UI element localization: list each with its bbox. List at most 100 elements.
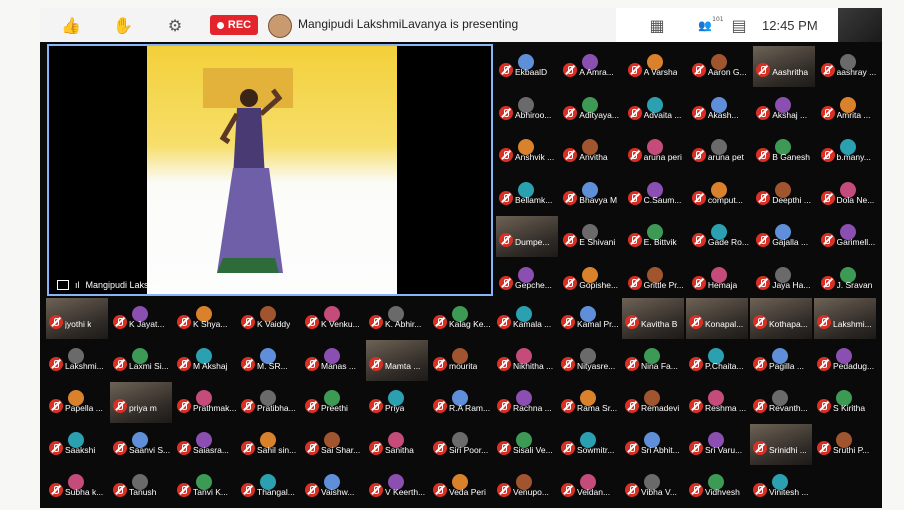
participant-tile[interactable]: Tanush [110,466,172,507]
participant-tile[interactable]: Preethi [302,382,364,423]
participant-tile[interactable]: Bhavya M [560,174,622,215]
participant-tile[interactable]: Abhiroo... [496,89,558,130]
participant-tile[interactable]: jyothi k [46,298,108,339]
screen-share[interactable]: ıl Mangipudi Lakshmi... [47,44,493,296]
participant-tile[interactable]: Manas ... [302,340,364,381]
participant-tile[interactable]: Amrita ... [818,89,880,130]
participant-tile[interactable]: Lakshmi... [46,340,108,381]
participant-tile[interactable]: V Keerth... [366,466,428,507]
participant-tile[interactable]: K Venku... [302,298,364,339]
participant-tile[interactable]: Deepthi ... [753,174,815,215]
participant-tile[interactable]: mourita [430,340,492,381]
participant-tile[interactable]: Revanth... [750,382,812,423]
participant-tile[interactable]: Vaishw... [302,466,364,507]
participant-tile[interactable]: Sri Varu... [686,424,748,465]
participant-tile[interactable]: Tanvi K... [174,466,236,507]
participant-tile[interactable]: Rama Sr... [558,382,620,423]
participant-tile[interactable]: Gepche... [496,259,558,300]
participant-tile[interactable]: Sowmitr... [558,424,620,465]
participant-tile[interactable]: EkbaalD [496,46,558,87]
participant-tile[interactable]: Akshaj ... [753,89,815,130]
participant-tile[interactable]: A Varsha [625,46,687,87]
participant-tile[interactable]: Siri Poor... [430,424,492,465]
participant-tile[interactable]: aruna pet [689,131,751,172]
participant-tile[interactable]: Akash... [689,89,751,130]
participant-tile[interactable]: Anshvik ... [496,131,558,172]
participant-tile[interactable]: Veda Peri [430,466,492,507]
participant-tile[interactable]: Nikhitha ... [494,340,556,381]
participant-tile[interactable]: Mamta ... [366,340,428,381]
participant-tile[interactable]: comput... [689,174,751,215]
participant-tile[interactable]: Nina Fa... [622,340,684,381]
participant-tile[interactable]: Gopishe... [560,259,622,300]
participant-tile[interactable]: aashray ... [818,46,880,87]
participant-tile[interactable]: Aashritha [753,46,816,87]
pin-icon[interactable] [57,280,69,290]
participant-tile[interactable]: b.many... [818,131,880,172]
participant-tile[interactable]: Sruthi P... [814,424,876,465]
participant-tile[interactable]: Kamal Pr... [558,298,620,339]
participant-tile[interactable]: Venupo... [494,466,556,507]
settings-icon[interactable]: ⚙ [164,14,186,36]
participant-tile[interactable]: M Akshaj [174,340,236,381]
participant-tile[interactable]: Priya [366,382,428,423]
participant-tile[interactable]: Pedadug... [814,340,876,381]
grid-view-icon[interactable]: ▦ [646,14,668,36]
participant-tile[interactable]: Pagilla ... [750,340,812,381]
participant-tile[interactable]: Prathmak... [174,382,236,423]
participant-tile[interactable]: Vibha V... [622,466,684,507]
participant-tile[interactable]: Remadevi [622,382,684,423]
participant-tile[interactable]: Saakshi [46,424,108,465]
participant-tile[interactable]: E Shivani [560,216,622,257]
participant-tile[interactable]: Rachna ... [494,382,556,423]
participant-tile[interactable]: priya m [110,382,172,423]
participant-tile[interactable]: Dola Ne... [818,174,880,215]
participant-tile[interactable]: Nityasre... [558,340,620,381]
self-view-thumbnail[interactable] [838,8,882,42]
participant-tile[interactable]: M. SR... [238,340,300,381]
participant-tile[interactable]: Gade Ro... [689,216,751,257]
participant-tile[interactable]: S Kiritha [814,382,876,423]
participant-tile[interactable]: Anvitha [560,131,622,172]
participant-tile[interactable]: Garimell... [818,216,880,257]
participant-tile[interactable]: Pratibha... [238,382,300,423]
participant-tile[interactable]: Saanvi S... [110,424,172,465]
participant-tile[interactable]: Sisali Ve... [494,424,556,465]
participant-tile[interactable]: Dumpe... [496,216,558,257]
participant-tile[interactable]: Sri Abhit... [622,424,684,465]
participant-tile[interactable]: Adityaya... [560,89,622,130]
participant-tile[interactable]: Jaya Ha... [753,259,815,300]
participant-tile[interactable]: Gajalla ... [753,216,815,257]
thumbs-up-icon[interactable]: 👍 [60,14,82,36]
participant-tile[interactable]: Bellamk... [496,174,558,215]
participant-tile[interactable]: Hemaja [689,259,751,300]
participant-tile[interactable]: Vidhvesh [686,466,748,507]
participant-tile[interactable]: Kamala ... [494,298,556,339]
participant-tile[interactable]: Konapal... [686,298,748,339]
participant-tile[interactable]: aruna peri [625,131,687,172]
participant-tile[interactable]: Papella ... [46,382,108,423]
people-icon[interactable]: 👥 101 [698,14,723,36]
participant-tile[interactable]: Kavitha B [622,298,684,339]
raise-hand-icon[interactable]: ✋ [112,14,134,36]
participant-tile[interactable]: C.Saum... [625,174,687,215]
participant-tile[interactable]: Srinidhi ... [750,424,812,465]
participant-tile[interactable]: B Ganesh [753,131,815,172]
participant-tile[interactable]: A Amra... [560,46,622,87]
participant-tile[interactable]: K Vaiddy [238,298,300,339]
participant-tile[interactable]: R.A Ram... [430,382,492,423]
participant-tile[interactable]: Laxmi Si... [110,340,172,381]
participant-tile[interactable]: J. Sravan [818,259,880,300]
participant-tile[interactable]: Sai Shar... [302,424,364,465]
participant-tile[interactable]: Veldan... [558,466,620,507]
participant-tile[interactable]: K Jayat... [110,298,172,339]
participant-tile[interactable]: E. Bittvik [625,216,687,257]
participant-tile[interactable]: Reshma ... [686,382,748,423]
participant-tile[interactable]: Lakshmi... [814,298,876,339]
participant-tile[interactable]: Sanitha [366,424,428,465]
participant-tile[interactable]: Advaita ... [625,89,687,130]
participant-tile[interactable]: K. Abhir... [366,298,428,339]
participant-tile[interactable]: Vinitesh ... [750,466,812,507]
participant-tile[interactable]: Thangal... [238,466,300,507]
participant-tile[interactable]: Grittle Pr... [625,259,687,300]
